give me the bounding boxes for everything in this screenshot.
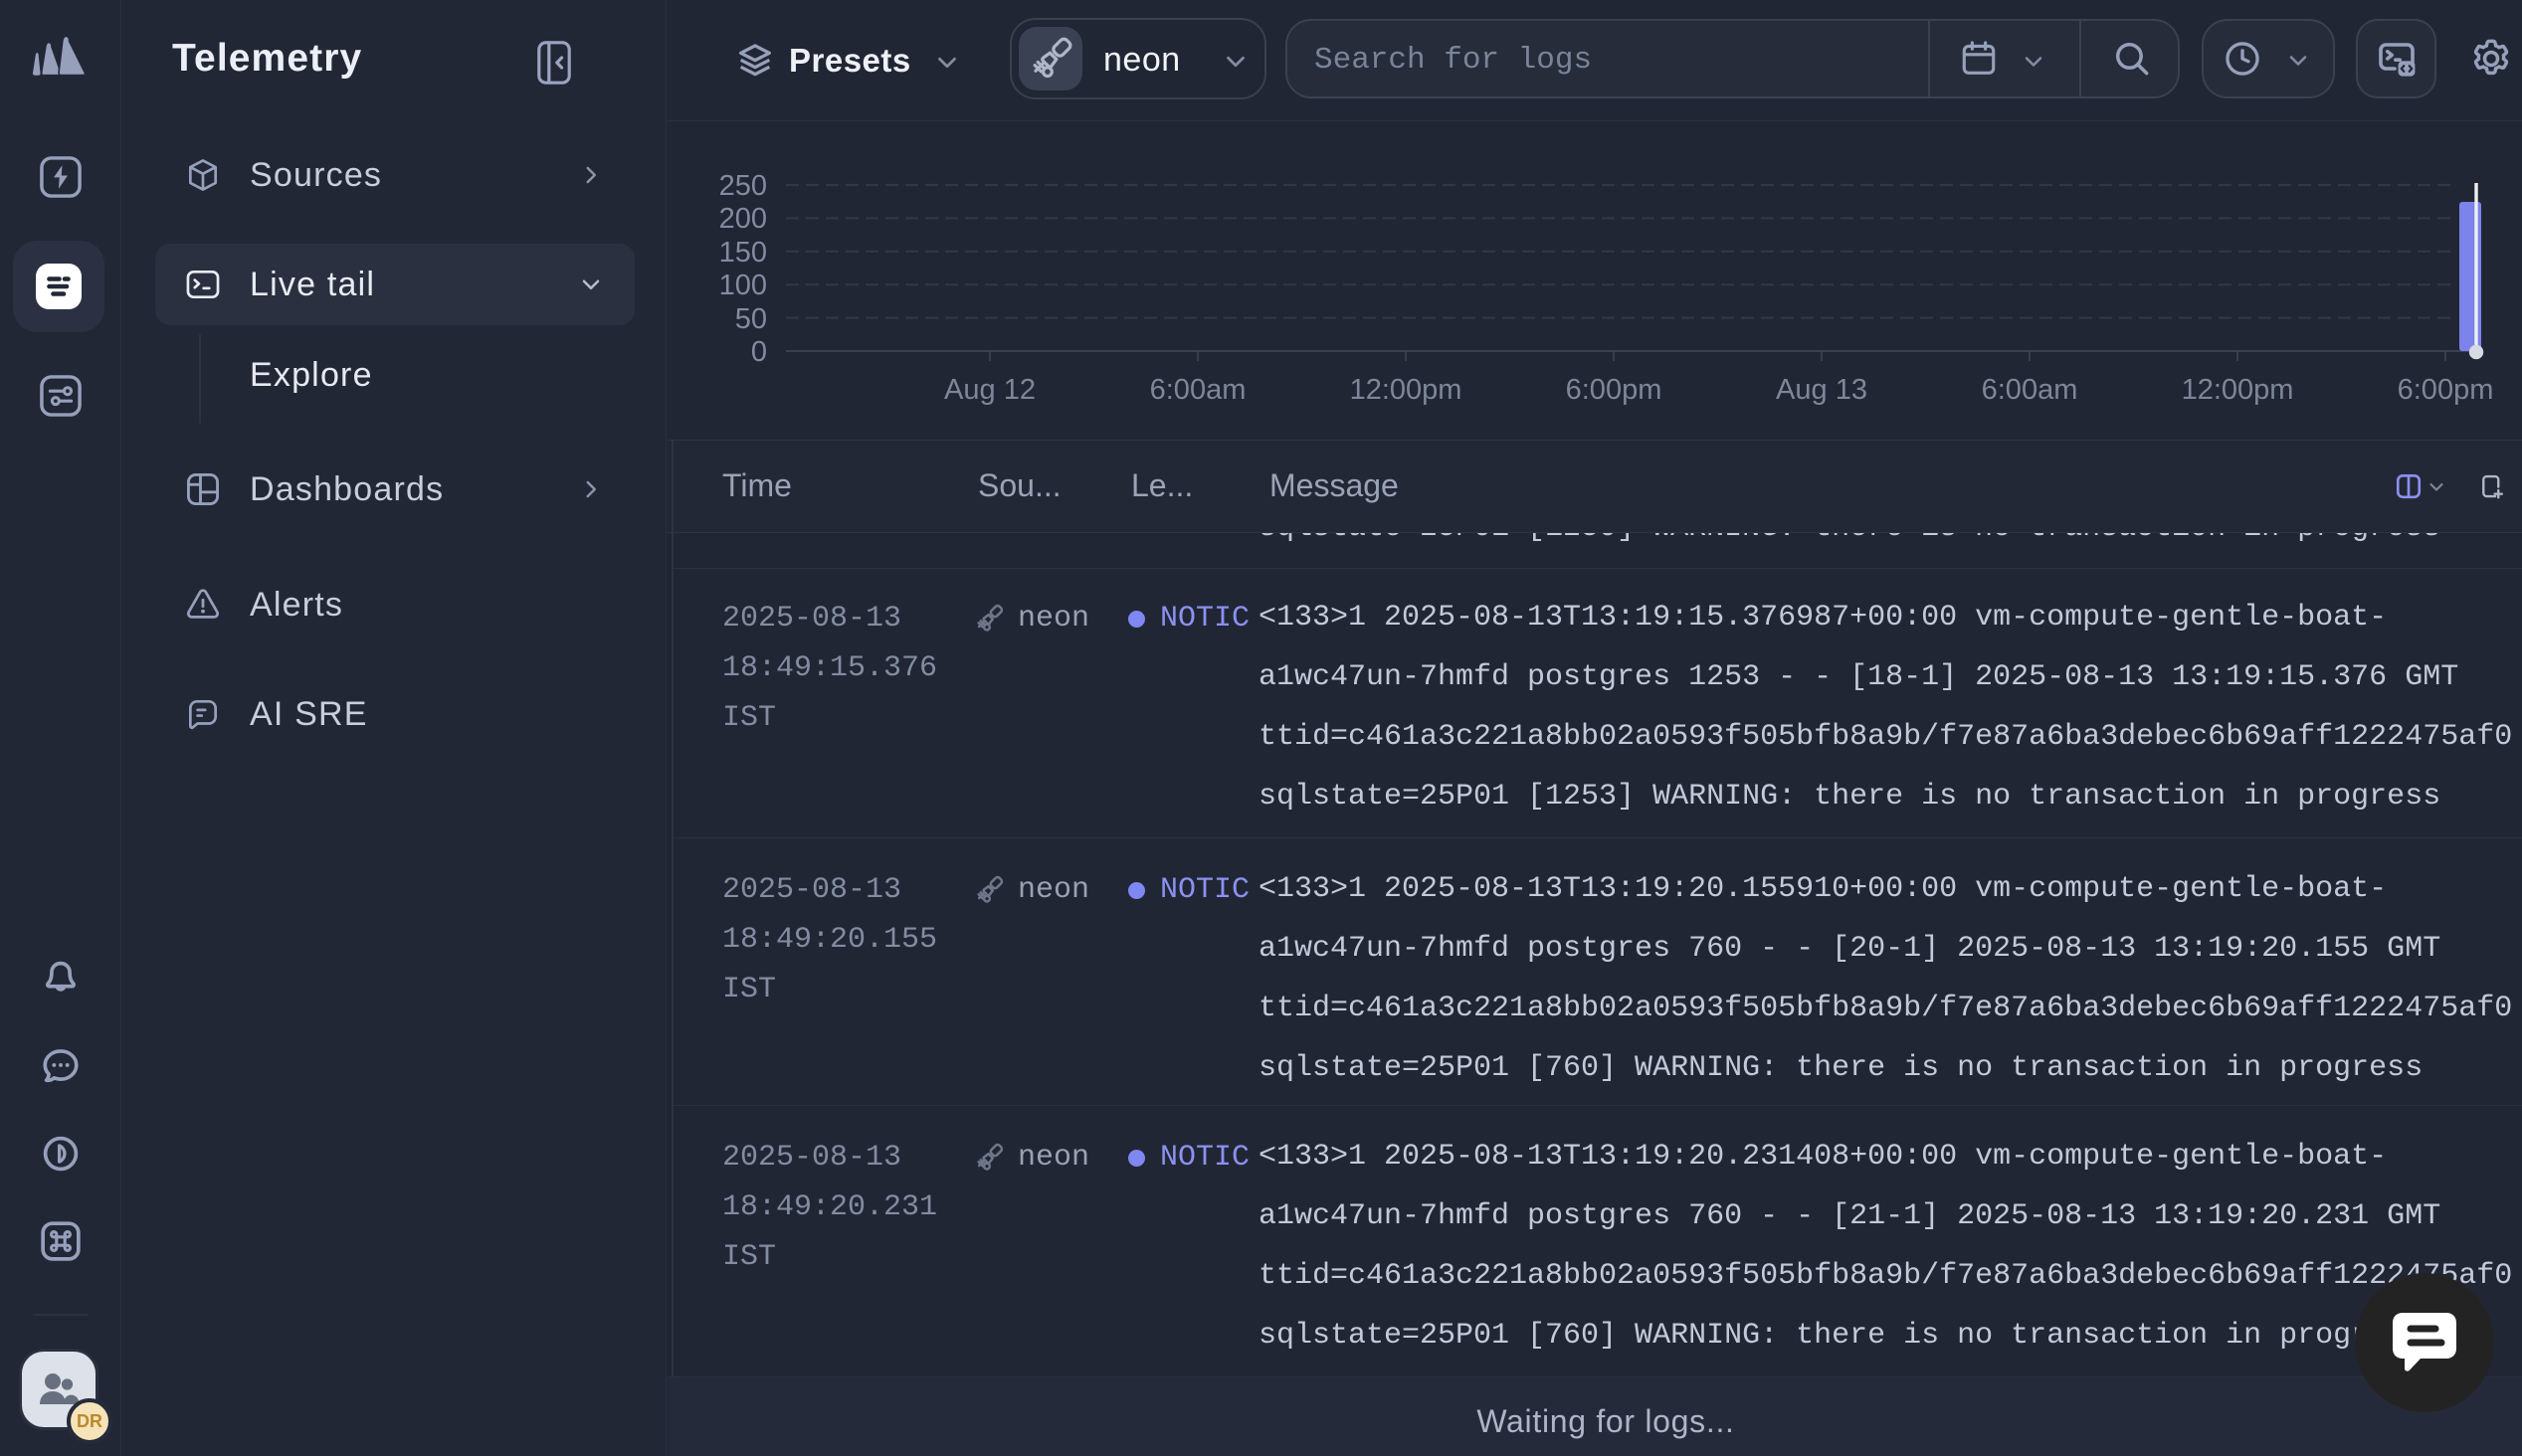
svg-text:12:00pm: 12:00pm bbox=[2182, 374, 2294, 406]
svg-text:Aug 13: Aug 13 bbox=[1776, 374, 1867, 406]
svg-text:50: 50 bbox=[735, 303, 767, 335]
svg-text:6:00pm: 6:00pm bbox=[1566, 374, 1662, 406]
svg-text:Aug 12: Aug 12 bbox=[944, 374, 1036, 406]
svg-text:6:00am: 6:00am bbox=[1150, 374, 1247, 406]
svg-text:100: 100 bbox=[719, 270, 767, 301]
svg-text:6:00am: 6:00am bbox=[1982, 374, 2078, 406]
svg-text:0: 0 bbox=[751, 336, 767, 368]
svg-text:12:00pm: 12:00pm bbox=[1350, 374, 1462, 406]
svg-text:6:00pm: 6:00pm bbox=[2398, 374, 2494, 406]
svg-text:200: 200 bbox=[719, 203, 767, 235]
svg-text:250: 250 bbox=[719, 170, 767, 202]
svg-text:150: 150 bbox=[719, 237, 767, 269]
